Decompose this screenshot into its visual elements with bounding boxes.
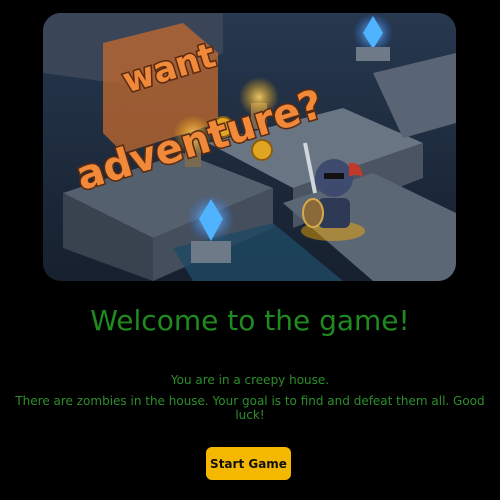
adventure-banner-image: want adventure? [43,13,456,281]
welcome-title: Welcome to the game! [90,304,410,337]
welcome-intro-text: You are in a creepy house. [170,373,330,387]
game-start-screen: want adventure? Welcome to the game! You… [0,0,500,500]
welcome-goal-text: There are zombies in the house. Your goa… [15,394,485,422]
start-game-button[interactable]: Start Game [206,447,291,480]
